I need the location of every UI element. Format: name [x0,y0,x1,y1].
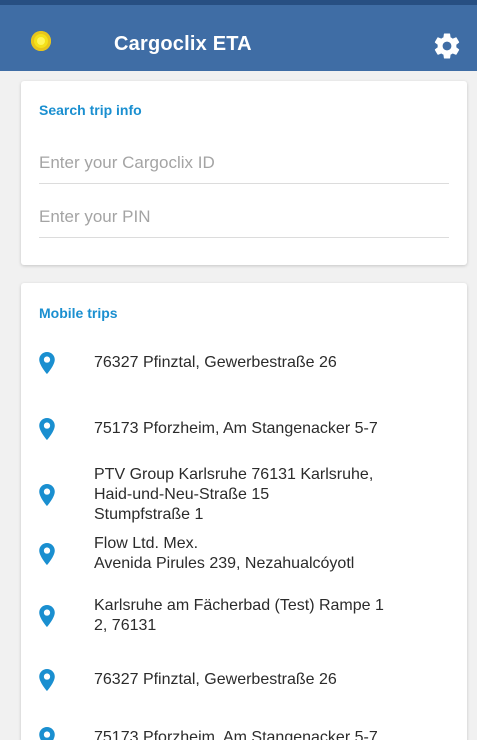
trip-address: 76327 Pfinztal, Gewerbestraße 26 [94,354,337,371]
app-title: Cargoclix ETA [114,33,252,55]
search-card: Search trip info [21,81,467,265]
trip-item[interactable]: 75173 Pforzheim, Am Stangenacker 5-7 [21,404,467,454]
trip-item[interactable]: PTV Group Karlsruhe 76131 Karlsruhe, Hai… [21,465,467,525]
location-pin-icon [39,418,55,440]
search-card-title: Search trip info [39,102,142,118]
trip-item[interactable]: Flow Ltd. Mex. Avenida Pirules 239, Neza… [21,529,467,579]
trips-card-title: Mobile trips [39,305,118,321]
cargoclix-id-input[interactable] [39,142,449,184]
trip-address: 76327 Pfinztal, Gewerbestraße 26 [94,671,337,688]
location-pin-icon [39,543,55,565]
trip-item[interactable]: 75173 Pforzheim, Am Stangenacker 5-7 [21,713,467,740]
pin-input[interactable] [39,196,449,238]
gear-icon[interactable] [432,31,462,61]
location-pin-icon [39,484,55,506]
trip-address: 75173 Pforzheim, Am Stangenacker 5-7 [94,420,378,437]
trip-address: Flow Ltd. Mex. Avenida Pirules 239, Neza… [94,535,355,572]
trips-card: Mobile trips 76327 Pfinztal, Gewerbestra… [21,283,467,740]
app-bar: Cargoclix ETA [0,0,477,71]
trip-item[interactable]: 76327 Pfinztal, Gewerbestraße 26 [21,338,467,388]
location-pin-icon [39,352,55,374]
trip-address: Karlsruhe am Fächerbad (Test) Rampe 1 2,… [94,597,384,634]
location-pin-icon [39,669,55,691]
status-indicator-icon[interactable] [31,31,51,51]
trip-address: PTV Group Karlsruhe 76131 Karlsruhe, Hai… [94,466,374,523]
trip-item[interactable]: Karlsruhe am Fächerbad (Test) Rampe 1 2,… [21,591,467,641]
location-pin-icon [39,727,55,740]
trip-item[interactable]: 76327 Pfinztal, Gewerbestraße 26 [21,655,467,705]
location-pin-icon [39,605,55,627]
trip-address: 75173 Pforzheim, Am Stangenacker 5-7 [94,729,378,740]
